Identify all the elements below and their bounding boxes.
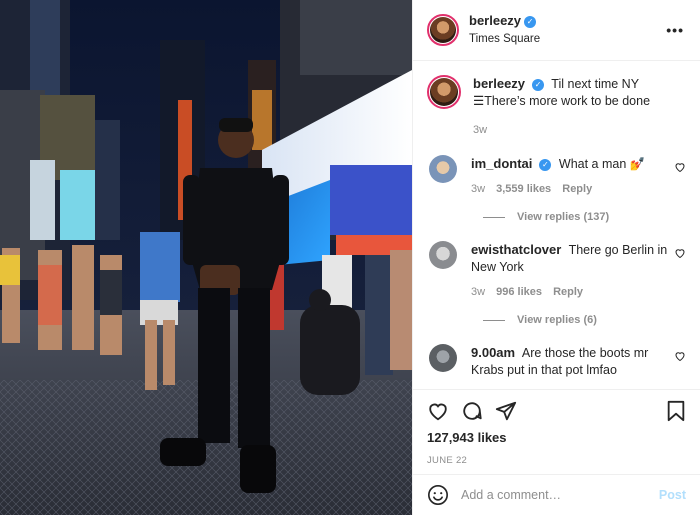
- heart-icon[interactable]: [427, 400, 449, 422]
- comment-heart-icon[interactable]: [674, 161, 686, 173]
- comment-heart-icon[interactable]: [674, 247, 686, 259]
- view-replies-label: View replies (6): [517, 314, 597, 326]
- caption-username[interactable]: berleezy: [473, 76, 525, 91]
- comment-composer: Add a comment… Post: [413, 474, 700, 515]
- likes-count[interactable]: 127,943 likes: [427, 430, 686, 445]
- comments-list: berleezy ✓ Til next time NY ☰There’s more…: [413, 61, 700, 389]
- commenter-avatar[interactable]: [429, 155, 457, 183]
- smiley-icon[interactable]: [427, 484, 449, 506]
- reply-button[interactable]: Reply: [553, 286, 583, 298]
- more-options-icon[interactable]: •••: [666, 22, 684, 38]
- caption: berleezy ✓ Til next time NY ☰There’s more…: [427, 75, 686, 139]
- replies-dash: [483, 216, 505, 218]
- post-actions: 127,943 likes JUNE 22: [413, 389, 700, 474]
- reply-button[interactable]: Reply: [562, 183, 592, 195]
- comment-age: 3w: [471, 286, 486, 298]
- view-replies-button[interactable]: View replies (137): [483, 211, 686, 223]
- view-replies-button[interactable]: View replies (6): [483, 314, 686, 326]
- comment-username[interactable]: ewisthatclover: [471, 242, 561, 257]
- post-header: berleezy ✓ Times Square •••: [413, 0, 700, 61]
- comment-item: im_dontai ✓ What a man 💅 3w 3,559 likes R…: [427, 155, 686, 198]
- verified-badge-icon: ✓: [524, 16, 537, 28]
- post-detail-panel: berleezy ✓ Times Square ••• berleezy ✓ Til…: [412, 0, 700, 515]
- comment-input[interactable]: Add a comment…: [461, 488, 659, 502]
- comment-heart-icon[interactable]: [674, 350, 686, 362]
- verified-badge-icon: ✓: [539, 159, 552, 171]
- post-location[interactable]: Times Square: [469, 31, 540, 47]
- post-button[interactable]: Post: [659, 488, 686, 502]
- commenter-avatar[interactable]: [429, 344, 457, 372]
- view-replies-label: View replies (137): [517, 211, 610, 223]
- post-photo[interactable]: [0, 0, 412, 515]
- comment-likes[interactable]: 3,559 likes: [496, 183, 551, 195]
- comment-item: ewisthatclover There go Berlin in New Yo…: [427, 241, 686, 301]
- commenter-avatar[interactable]: [429, 241, 457, 269]
- bookmark-icon[interactable]: [666, 400, 686, 422]
- comment-likes[interactable]: 996 likes: [496, 286, 542, 298]
- comment-username[interactable]: im_dontai: [471, 156, 532, 171]
- paper-plane-icon[interactable]: [495, 400, 517, 422]
- post-date[interactable]: JUNE 22: [427, 455, 686, 466]
- caption-avatar[interactable]: [427, 75, 461, 109]
- comment-username[interactable]: 9.00am: [471, 345, 515, 360]
- comment-age: 3w: [471, 183, 486, 195]
- author-username[interactable]: berleezy: [469, 13, 521, 28]
- replies-dash: [483, 319, 505, 321]
- author-avatar[interactable]: [427, 14, 459, 46]
- verified-badge-icon: ✓: [532, 79, 545, 91]
- caption-age: 3w: [473, 124, 488, 136]
- comment-text: What a man 💅: [558, 157, 646, 171]
- times-square-photo: [0, 0, 412, 515]
- comment-item: 9.00am Are those the boots mr Krabs put …: [427, 344, 686, 379]
- comment-bubble-icon[interactable]: [461, 400, 483, 422]
